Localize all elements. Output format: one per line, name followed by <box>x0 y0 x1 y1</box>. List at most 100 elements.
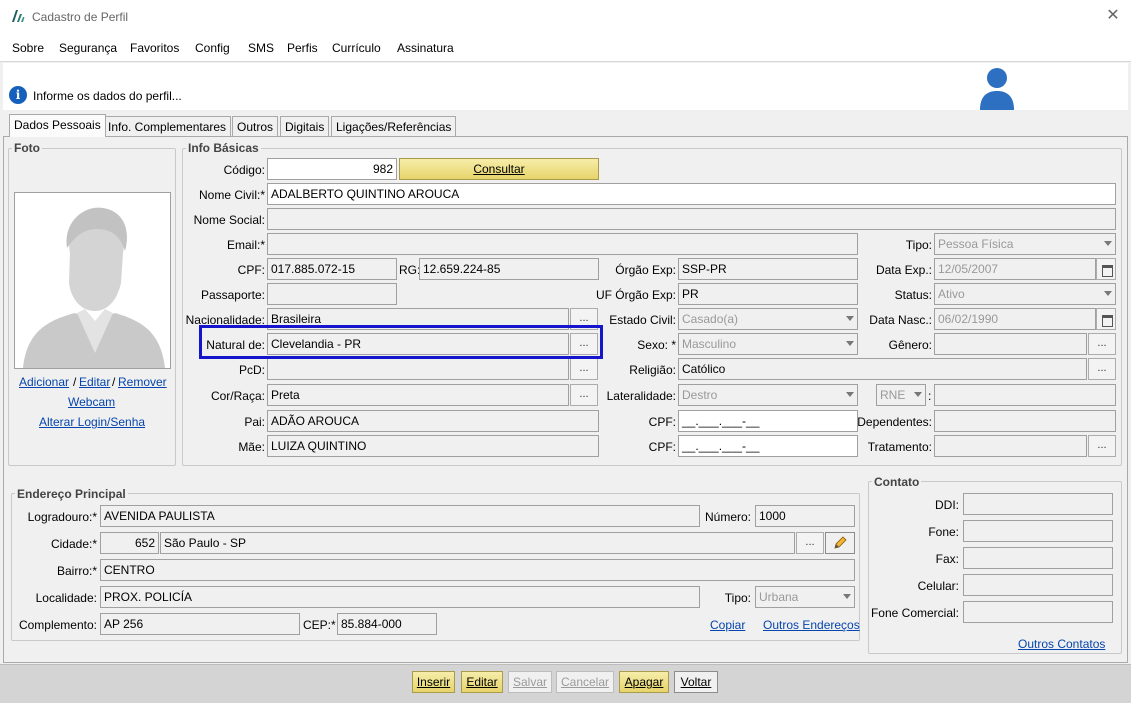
tab-dados-pessoais[interactable]: Dados Pessoais <box>9 114 106 137</box>
natural-de-input[interactable]: Clevelandia - PR <box>267 333 569 355</box>
religiao-search-button[interactable]: ... <box>1088 358 1116 380</box>
cpf-input[interactable]: 017.885.072-15 <box>267 258 397 280</box>
genero-input[interactable] <box>934 333 1087 355</box>
ddi-input[interactable] <box>963 493 1113 515</box>
menu-favoritos[interactable]: Favoritos <box>130 41 179 55</box>
pcd-search-button[interactable]: ... <box>570 358 598 380</box>
menu-perfis[interactable]: Perfis <box>287 41 318 55</box>
lateralidade-select[interactable]: Destro <box>678 384 858 406</box>
status-value: Ativo <box>938 287 965 301</box>
logradouro-input[interactable]: AVENIDA PAULISTA <box>100 505 700 527</box>
passaporte-input[interactable] <box>267 283 397 305</box>
complemento-label: Complemento: <box>18 618 97 632</box>
chevron-down-icon <box>846 316 854 321</box>
genero-search-button[interactable]: ... <box>1088 333 1116 355</box>
dependentes-label: Dependentes: <box>857 415 932 429</box>
tab-ligacoes-referencias[interactable]: Ligações/Referências <box>331 116 457 136</box>
nome-social-input[interactable] <box>267 208 1116 230</box>
salvar-button[interactable]: Salvar <box>508 671 552 693</box>
religiao-input[interactable]: Católico <box>678 358 1087 380</box>
outros-contatos-link[interactable]: Outros Contatos <box>1018 637 1105 651</box>
numero-input[interactable]: 1000 <box>755 505 855 527</box>
rne-select[interactable]: RNE <box>876 384 926 406</box>
tipo-select[interactable]: Pessoa Física <box>934 233 1116 255</box>
orgao-exp-input[interactable]: SSP-PR <box>678 258 858 280</box>
title-bar <box>0 0 1131 34</box>
rne-input[interactable] <box>934 384 1116 406</box>
tab-digitais[interactable]: Digitais <box>280 116 330 136</box>
alterar-login-senha-link[interactable]: Alterar Login/Senha <box>39 415 145 429</box>
tab-info-complementares[interactable]: Info. Complementares <box>103 116 232 136</box>
close-icon[interactable]: ✕ <box>1104 6 1122 26</box>
voltar-button[interactable]: Voltar <box>674 671 718 693</box>
adicionar-link[interactable]: Adicionar <box>19 375 69 389</box>
edit-pencil-icon[interactable] <box>825 532 855 554</box>
estado-civil-select[interactable]: Casado(a) <box>678 308 858 330</box>
cpf-pai-input[interactable]: __.___.___-__ <box>678 410 858 432</box>
nome-civil-input[interactable]: ADALBERTO QUINTINO AROUCA <box>267 183 1116 205</box>
editar-button[interactable]: Editar <box>461 671 503 693</box>
cor-raca-input[interactable]: Preta <box>267 384 569 406</box>
apagar-button[interactable]: Apagar <box>619 671 669 693</box>
email-label: Email:* <box>226 238 265 252</box>
cancelar-button[interactable]: Cancelar <box>556 671 614 693</box>
outros-enderecos-link[interactable]: Outros Endereços <box>763 618 860 632</box>
fone-input[interactable] <box>963 520 1113 542</box>
cep-label: CEP:* <box>303 618 336 632</box>
cep-input[interactable]: 85.884-000 <box>337 613 437 635</box>
tratamento-input[interactable] <box>934 435 1087 457</box>
salvar-label: Salvar <box>512 675 547 689</box>
link-separator: / <box>112 375 116 389</box>
user-profile-icon <box>980 68 1014 110</box>
menu-sms[interactable]: SMS <box>248 41 274 55</box>
fax-input[interactable] <box>963 547 1113 569</box>
consultar-button[interactable]: Consultar <box>399 158 599 180</box>
dependentes-input[interactable] <box>934 410 1116 432</box>
editar-link[interactable]: Editar <box>79 375 110 389</box>
calendar-icon[interactable] <box>1096 308 1116 330</box>
complemento-input[interactable]: AP 256 <box>100 613 300 635</box>
rg-input[interactable]: 12.659.224-85 <box>419 258 599 280</box>
orgao-exp-label: Órgão Exp: <box>615 263 676 277</box>
cor-raca-search-button[interactable]: ... <box>570 384 598 406</box>
menu-seguranca[interactable]: Segurança <box>59 41 117 55</box>
webcam-link[interactable]: Webcam <box>68 395 115 409</box>
copiar-link[interactable]: Copiar <box>710 618 745 632</box>
codigo-input[interactable]: 982 <box>267 158 397 180</box>
celular-input[interactable] <box>963 574 1113 596</box>
cancelar-label: Cancelar <box>560 675 610 689</box>
tipo-endereco-select[interactable]: Urbana <box>755 586 855 608</box>
cpf-pai-label: CPF: <box>648 415 676 429</box>
cpf-mae-input[interactable]: __.___.___-__ <box>678 435 858 457</box>
menu-assinatura[interactable]: Assinatura <box>397 41 454 55</box>
nacionalidade-input[interactable]: Brasileira <box>267 308 569 330</box>
cidade-input[interactable]: São Paulo - SP <box>160 532 795 554</box>
data-nasc-input[interactable]: 06/02/1990 <box>934 308 1096 330</box>
natural-de-search-button[interactable]: ... <box>570 333 598 355</box>
pcd-input[interactable] <box>267 358 569 380</box>
menu-sobre[interactable]: Sobre <box>12 41 44 55</box>
menu-curriculo[interactable]: Currículo <box>332 41 381 55</box>
cidade-search-button[interactable]: ... <box>796 532 824 554</box>
nacionalidade-search-button[interactable]: ... <box>570 308 598 330</box>
bairro-input[interactable]: CENTRO <box>100 559 855 581</box>
localidade-input[interactable]: PROX. POLICÍA <box>100 586 700 608</box>
uf-orgao-exp-input[interactable]: PR <box>678 283 858 305</box>
cidade-code-input[interactable]: 652 <box>100 532 159 554</box>
photo-frame[interactable] <box>14 192 171 369</box>
mae-input[interactable]: LUIZA QUINTINO <box>267 435 599 457</box>
data-exp-input[interactable]: 12/05/2007 <box>934 258 1096 280</box>
logradouro-label: Logradouro:* <box>27 510 97 524</box>
email-input[interactable] <box>267 233 858 255</box>
remover-link[interactable]: Remover <box>118 375 167 389</box>
tab-outros[interactable]: Outros <box>232 116 279 136</box>
fone-comercial-input[interactable] <box>963 601 1113 623</box>
sexo-select[interactable]: Masculino <box>678 333 858 355</box>
calendar-icon[interactable] <box>1096 258 1116 280</box>
status-select[interactable]: Ativo <box>934 283 1116 305</box>
tratamento-search-button[interactable]: ... <box>1088 435 1116 457</box>
menu-config[interactable]: Config <box>195 41 230 55</box>
numero-label: Número: <box>704 510 751 524</box>
inserir-button[interactable]: Inserir <box>412 671 455 693</box>
pai-input[interactable]: ADÃO AROUCA <box>267 410 599 432</box>
